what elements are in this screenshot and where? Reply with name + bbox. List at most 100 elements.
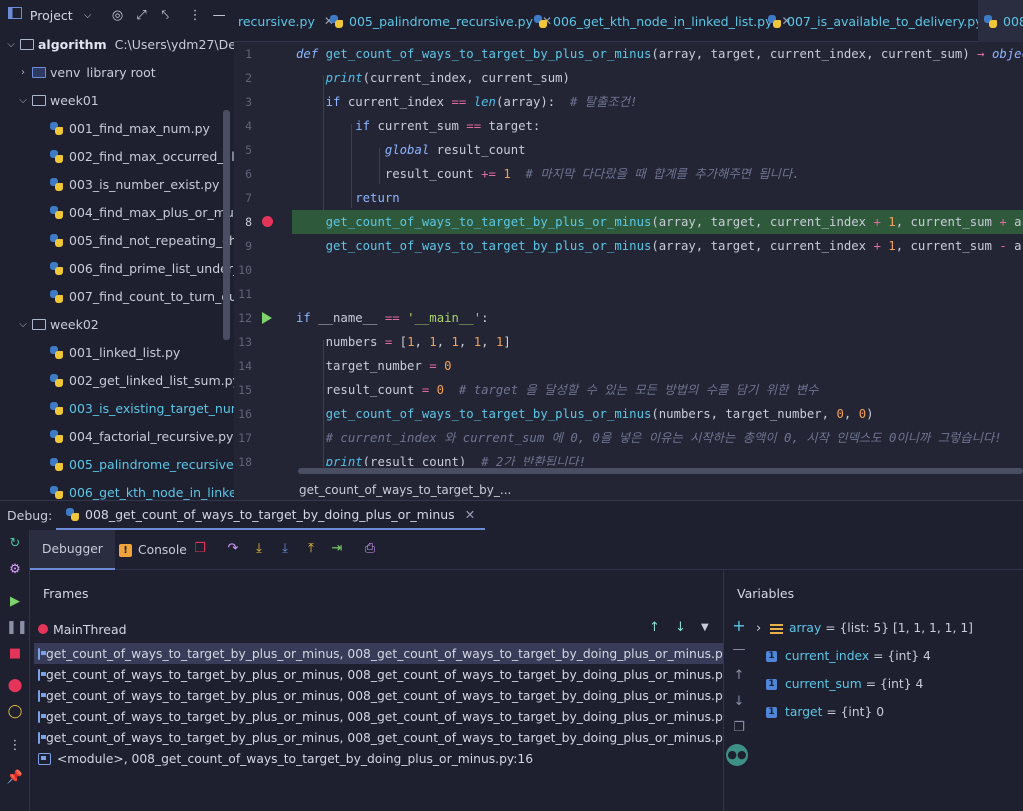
step-over-icon[interactable]: ⤓ (251, 541, 267, 556)
chevron-down-icon[interactable]: ⌵ (16, 319, 30, 330)
add-watch-icon[interactable]: + (730, 616, 748, 635)
code-line-5[interactable]: global result_count (296, 138, 526, 162)
tree-folder-week01[interactable]: ⌵ week01 (16, 89, 99, 111)
thread-status-icon (38, 624, 48, 634)
frame-row[interactable]: get_count_of_ways_to_target_by_plus_or_m… (34, 685, 741, 706)
evaluate-expression-icon[interactable]: ⎙ (362, 541, 378, 556)
tab-debugger[interactable]: Debugger (30, 530, 115, 570)
tree-folder-week02[interactable]: ⌵ week02 (16, 313, 99, 335)
pin-icon[interactable]: 📌 (6, 770, 24, 785)
code-line-7[interactable]: return (296, 186, 399, 210)
tree-file-item[interactable]: 002_get_linked_list_sum.py (50, 369, 234, 391)
code-line-10[interactable] (296, 258, 303, 282)
next-frame-icon[interactable]: ↓ (675, 620, 686, 635)
editor-tab[interactable]: 008 (978, 0, 1023, 42)
code-area[interactable]: def get_count_of_ways_to_target_by_plus_… (292, 42, 1023, 500)
run-main-icon[interactable] (262, 312, 272, 324)
code-line-8-execution-point[interactable]: get_count_of_ways_to_target_by_plus_or_m… (292, 210, 1023, 234)
code-line-11[interactable] (296, 282, 303, 306)
frame-row[interactable]: get_count_of_ways_to_target_by_plus_or_m… (34, 664, 741, 685)
breakpoint-icon[interactable] (262, 216, 273, 227)
editor-tab[interactable]: 005_palindrome_recursive.py ✕ (330, 0, 552, 42)
code-line-9[interactable]: get_count_of_ways_to_target_by_plus_or_m… (296, 234, 1023, 258)
stop-icon[interactable]: ■ (6, 646, 24, 661)
hide-panel-icon[interactable]: — (210, 8, 228, 23)
code-line-1[interactable]: def get_count_of_ways_to_target_by_plus_… (296, 42, 1023, 66)
chevron-right-icon[interactable]: › (756, 621, 770, 636)
code-line-15[interactable]: result_count = 0 # target 을 달성할 수 있는 모든 … (296, 378, 819, 402)
move-down-icon[interactable]: ↓ (730, 694, 748, 709)
tree-file-item[interactable]: 005_palindrome_recursive.py (50, 453, 234, 475)
thread-selector[interactable]: MainThread ↑ ↓ ▼ (38, 620, 718, 638)
code-line-17[interactable]: # current_index 와 current_sum 에 0, 0을 넣은… (296, 426, 1002, 450)
rerun-icon[interactable]: ↻ (6, 536, 24, 551)
step-into-icon[interactable]: ⤓ (277, 541, 293, 556)
gear-icon[interactable]: ⚙ (6, 562, 24, 577)
chevron-down-icon[interactable]: ⌵ (79, 10, 97, 21)
variable-row[interactable]: 1 current_sum = {int} 4 (754, 673, 923, 695)
frame-row[interactable]: get_count_of_ways_to_target_by_plus_or_m… (34, 706, 741, 727)
restore-layout-icon[interactable]: ❐ (192, 541, 208, 556)
code-line-13[interactable]: numbers = [1, 1, 1, 1, 1] (296, 330, 511, 354)
tree-file-item[interactable]: 005_find_not_repeating_charac (50, 229, 234, 251)
editor-tab[interactable]: 007_is_available_to_delivery.py✕ (768, 0, 1002, 42)
debug-session-tab[interactable]: 008_get_count_of_ways_to_target_by_doing… (56, 501, 486, 530)
expand-all-icon[interactable]: ⤢ (132, 8, 150, 23)
pause-icon[interactable]: ❚❚ (6, 620, 28, 635)
code-line-12[interactable]: if __name__ == '__main__': (296, 306, 489, 330)
tab-console[interactable]: ! Console (119, 530, 187, 570)
chevron-down-icon[interactable]: ⌵ (16, 95, 30, 106)
code-line-3[interactable]: if current_index == len(array): # 탈출조건! (296, 90, 638, 114)
run-to-cursor-icon[interactable]: ⇥ (329, 541, 345, 556)
tree-file-item[interactable]: 006_find_prime_list_under_num (50, 257, 234, 279)
frame-row[interactable]: <module>, 008_get_count_of_ways_to_targe… (34, 748, 723, 769)
code-line-16[interactable]: get_count_of_ways_to_target_by_plus_or_m… (296, 402, 874, 426)
tree-file-item[interactable]: 002_find_max_occurred_alphab (50, 145, 234, 167)
variable-row[interactable]: › array = {list: 5} [1, 1, 1, 1, 1] (754, 617, 973, 639)
frame-row[interactable]: get_count_of_ways_to_target_by_plus_or_m… (34, 643, 741, 664)
previous-frame-icon[interactable]: ↑ (649, 620, 660, 635)
move-up-icon[interactable]: ↑ (730, 668, 748, 683)
editor-breadcrumb[interactable]: get_count_of_ways_to_target_by_... (299, 483, 511, 497)
code-line-14[interactable]: target_number = 0 (296, 354, 452, 378)
variable-row[interactable]: 1 current_index = {int} 4 (754, 645, 931, 667)
remove-watch-icon[interactable]: — (730, 642, 748, 657)
show-execution-point-icon[interactable]: ↷ (225, 541, 241, 556)
editor-tab[interactable]: 006_get_kth_node_in_linked_list.py ✕ (534, 0, 792, 42)
chevron-right-icon[interactable]: › (16, 67, 30, 78)
code-line-2[interactable]: print(current_index, current_sum) (296, 66, 570, 90)
step-out-icon[interactable]: ⤒ (303, 541, 319, 556)
mute-breakpoints-icon[interactable]: ◯ (6, 704, 24, 719)
chevron-down-icon[interactable]: ⌵ (4, 39, 18, 50)
tree-file-item[interactable]: 006_get_kth_node_in_linked_lis (50, 481, 234, 500)
editor-horizontal-scrollbar[interactable] (298, 468, 1023, 474)
frame-row[interactable]: get_count_of_ways_to_target_by_plus_or_m… (34, 727, 741, 748)
copy-icon[interactable]: ❐ (730, 720, 748, 735)
tree-file-item[interactable]: 003_is_existing_target_number (50, 397, 234, 419)
tree-file-item[interactable]: 001_find_max_num.py (50, 117, 210, 139)
thread-dropdown-icon[interactable]: ▼ (701, 622, 709, 633)
collapse-all-icon[interactable]: ⤣ (156, 8, 174, 23)
tree-file-item[interactable]: 004_factorial_recursive.py (50, 425, 233, 447)
code-line-6[interactable]: result_count += 1 # 마지막 다다랐을 때 합계를 추가해주면… (296, 162, 800, 186)
project-scrollbar[interactable] (223, 110, 230, 340)
code-line-4[interactable]: if current_sum == target: (296, 114, 540, 138)
resume-icon[interactable]: ▶ (6, 594, 24, 609)
editor-tab[interactable]: recursive.py ✕ (238, 0, 334, 42)
view-breakpoints-icon[interactable]: ⬤ (6, 678, 24, 693)
project-title[interactable]: Project (30, 8, 73, 23)
more-icon[interactable]: ⋮ (6, 738, 24, 753)
watches-glasses-icon[interactable]: ●● (726, 744, 748, 766)
tree-file-item[interactable]: 001_linked_list.py (50, 341, 180, 363)
tree-file-item[interactable]: 004_find_max_plus_or_multiply (50, 201, 234, 223)
tree-root-algorithm[interactable]: ⌵ algorithm C:\Users\ydm27\Deskto (4, 33, 234, 55)
tree-file-item[interactable]: 003_is_number_exist.py (50, 173, 219, 195)
locate-target-icon[interactable]: ◎ (109, 8, 127, 23)
tree-file-item[interactable]: 007_find_count_to_turn_out_to (50, 285, 234, 307)
tree-item-venv[interactable]: › venv library root (16, 61, 156, 83)
options-menu-icon[interactable]: ⋮ (186, 8, 204, 23)
variable-row[interactable]: 1 target = {int} 0 (754, 701, 884, 723)
code-line-18[interactable]: print(result_count) # 2가 반환됩니다! (296, 450, 586, 466)
close-icon[interactable]: ✕ (465, 507, 475, 522)
venv-folder-icon (32, 66, 46, 78)
